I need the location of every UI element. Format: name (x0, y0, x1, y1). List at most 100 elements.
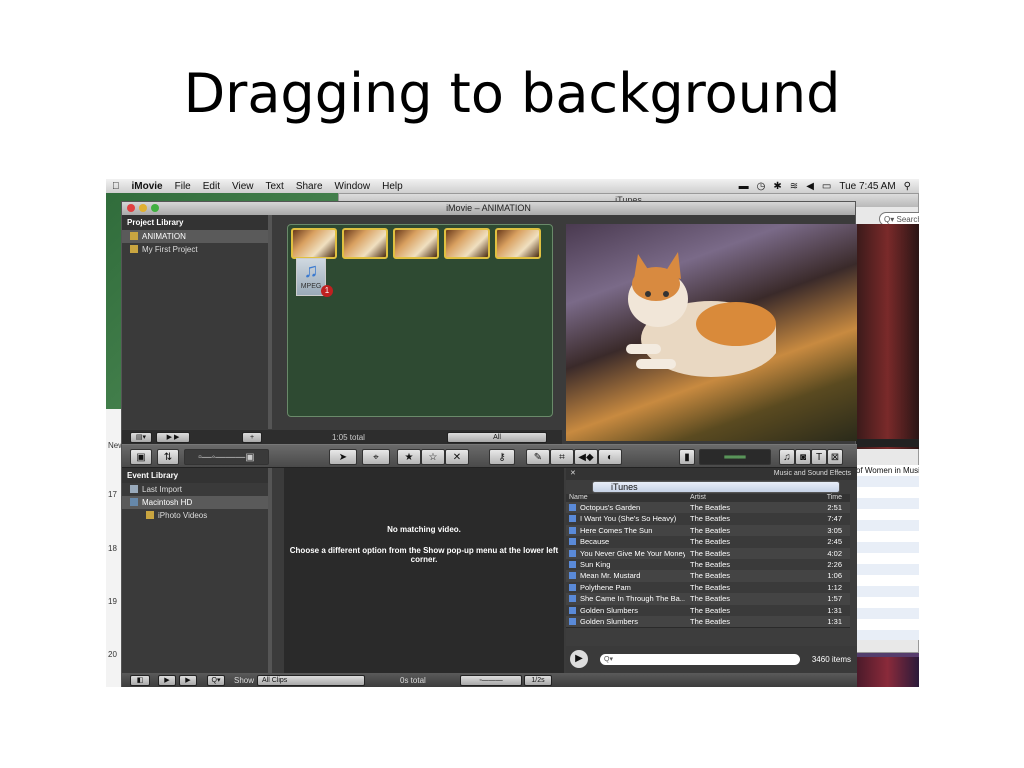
column-time[interactable]: Time (827, 494, 842, 501)
track-time: 1:31 (827, 605, 842, 615)
close-icon[interactable]: ✕ (570, 469, 576, 477)
battery-icon[interactable]: ▭ (822, 181, 831, 192)
track-name: Mean Mr. Mustard (580, 571, 641, 581)
music-file-icon (569, 526, 576, 534)
music-file-icon (569, 515, 576, 523)
music-source-value: iTunes (611, 482, 638, 492)
track-time: 1:12 (827, 582, 842, 592)
audio-adjust-button[interactable]: ◀◆ (574, 449, 598, 465)
imovie-window: iMovie – ANIMATION Project Library ANIMA… (121, 201, 857, 687)
video-adjust-button[interactable]: ◐ (598, 449, 622, 465)
add-project-button[interactable]: + (242, 432, 262, 443)
track-artist: The Beatles (690, 537, 731, 547)
photo-browser-button[interactable]: ◙ (795, 449, 811, 465)
music-source-select[interactable]: iTunes (592, 481, 840, 493)
crop-button[interactable]: ⌗ (550, 449, 574, 465)
play-project-button[interactable]: ▶ ▶ (156, 432, 190, 443)
project-library-heading: Project Library (122, 215, 268, 230)
no-video-title: No matching video. (387, 525, 461, 534)
menu-app-name[interactable]: iMovie (132, 181, 163, 192)
search-icon[interactable]: Q▾ (207, 675, 225, 686)
main-toolbar: ▣ ⇅ ▫—◦———▣ ➤ ⌖ ★ ☆ ✕ ⚷ ✎ ⌗ ◀◆ ◐ ▮ ═══ ♫… (122, 444, 857, 468)
apple-icon[interactable]:  (112, 181, 120, 192)
track-artist: The Beatles (690, 617, 731, 626)
event-list-button[interactable]: ◧ (130, 675, 150, 686)
music-table-header: Name Artist Time (566, 494, 850, 502)
project-zoom-slider[interactable]: All (447, 432, 547, 443)
play-event-button[interactable]: ▶ (158, 675, 176, 686)
track-time: 4:02 (827, 548, 842, 558)
transition-browser-button[interactable]: ⊠ (827, 449, 843, 465)
itunes-scrubber[interactable] (856, 439, 919, 447)
title-browser-button[interactable]: T (811, 449, 827, 465)
thumbnail-size-slider[interactable]: ▫—◦———▣ (184, 449, 269, 465)
play-music-button[interactable]: ▶ (570, 650, 588, 668)
show-popup[interactable]: All Clips (257, 675, 365, 686)
select-tool-button[interactable]: ➤ (329, 449, 357, 465)
project-storyboard[interactable] (287, 224, 553, 417)
close-icon[interactable] (127, 204, 135, 212)
dropper-button[interactable]: ✎ (526, 449, 550, 465)
menu-help[interactable]: Help (382, 181, 403, 192)
spotlight-icon[interactable]: ⚲ (904, 181, 911, 192)
video-viewer (566, 224, 857, 441)
keyword-button[interactable]: ⚷ (489, 449, 515, 465)
music-browser-button[interactable]: ♫ (779, 449, 795, 465)
clip-thumbnail[interactable] (495, 228, 541, 259)
menu-edit[interactable]: Edit (203, 181, 220, 192)
music-file-icon (569, 504, 576, 511)
folder-icon (146, 511, 154, 519)
swap-button[interactable]: ⇅ (157, 449, 179, 465)
bluetooth-icon[interactable]: ✱ (773, 181, 781, 192)
time-machine-icon[interactable]: ◷ (757, 181, 766, 192)
music-file-icon (569, 538, 576, 546)
music-browser-footer: ▶ Q▾ 3460 items (566, 646, 857, 673)
menu-text[interactable]: Text (265, 181, 283, 192)
event-item-macintosh-hd[interactable]: Macintosh HD (122, 496, 268, 509)
project-icon (130, 245, 138, 253)
imovie-title: iMovie – ANIMATION (446, 203, 531, 213)
zoom-value-text: 1/2s (531, 677, 545, 684)
track-time: 3:05 (827, 525, 842, 535)
track-name: Octopus's Garden (580, 503, 641, 512)
select-clip-button[interactable]: ⌖ (362, 449, 390, 465)
slide-title: Dragging to background (183, 62, 841, 125)
event-item-iphoto-videos[interactable]: iPhoto Videos (122, 509, 268, 522)
wifi-icon[interactable]: ≋ (790, 181, 798, 192)
music-track-row[interactable]: Golden Slumbers The Beatles 1:31 (566, 616, 850, 629)
clip-thumbnail[interactable] (444, 228, 490, 259)
display-icon[interactable]: ▬ (739, 181, 749, 192)
menu-share[interactable]: Share (296, 181, 323, 192)
menu-view[interactable]: View (232, 181, 254, 192)
project-item-first[interactable]: My First Project (122, 243, 268, 256)
music-item-count: 3460 items (811, 655, 851, 664)
music-file-icon (569, 549, 576, 557)
menu-file[interactable]: File (175, 181, 191, 192)
imovie-titlebar: iMovie – ANIMATION (122, 202, 855, 215)
favorite-button[interactable]: ★ (397, 449, 421, 465)
music-search-field[interactable]: Q▾ (600, 654, 800, 665)
reject-button[interactable]: ✕ (445, 449, 469, 465)
track-time: 1:31 (827, 617, 842, 626)
clip-thumbnail[interactable] (393, 228, 439, 259)
event-item-last-import[interactable]: Last Import (122, 483, 268, 496)
camera-import-button[interactable]: ▣ (130, 449, 152, 465)
project-actions-button[interactable]: ▤▾ (130, 432, 152, 443)
zoom-icon[interactable] (151, 204, 159, 212)
unmark-button[interactable]: ☆ (421, 449, 445, 465)
column-name[interactable]: Name (569, 494, 588, 501)
project-total: 1:05 total (332, 433, 365, 442)
clip-thumbnail[interactable] (342, 228, 388, 259)
event-zoom-slider[interactable]: ◦——— (460, 675, 522, 686)
clip-thumbnail[interactable] (291, 228, 337, 259)
menu-window[interactable]: Window (335, 181, 371, 192)
no-video-message: Choose a different option from the Show … (289, 546, 559, 564)
play-full-button[interactable]: ▶ (179, 675, 197, 686)
column-artist[interactable]: Artist (690, 494, 706, 501)
event-zoom-value: 1/2s (524, 675, 552, 686)
project-item-animation[interactable]: ANIMATION (122, 230, 268, 243)
minimize-icon[interactable] (139, 204, 147, 212)
itunes-list-header: of Women in Music (856, 466, 919, 475)
volume-icon[interactable]: ◀ (806, 181, 814, 192)
menu-clock[interactable]: Tue 7:45 AM (839, 181, 895, 192)
